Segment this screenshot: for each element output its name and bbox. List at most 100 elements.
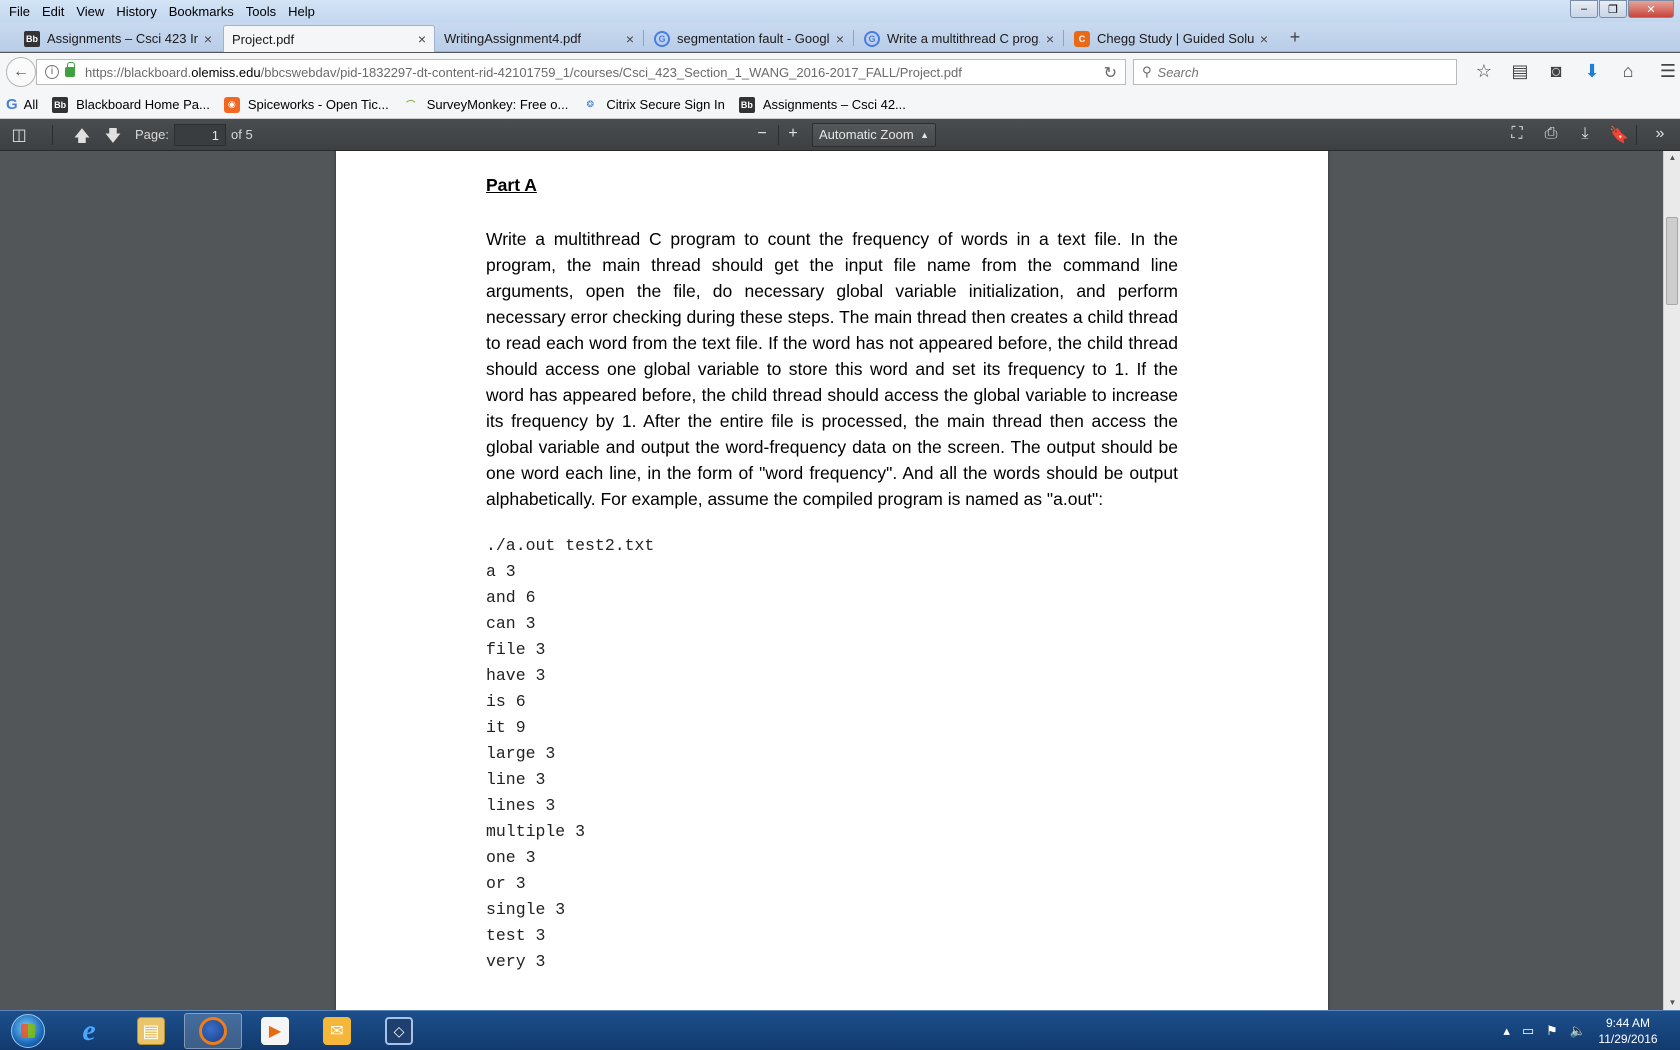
tab-write-multithread[interactable]: G Write a multithread C prog... × — [856, 25, 1062, 52]
volume-icon[interactable]: 🔈 — [1570, 1023, 1586, 1039]
code-line: can 3 — [486, 614, 536, 633]
google-icon: G — [864, 30, 880, 47]
search-input[interactable] — [1157, 64, 1438, 80]
code-line: a 3 — [486, 562, 516, 581]
url-bar[interactable]: i https://blackboard.olemiss.edu/bbcsweb… — [36, 59, 1126, 85]
download-icon[interactable]: ⤓ — [1574, 125, 1596, 143]
url-text[interactable]: https://blackboard.olemiss.edu/bbcswebda… — [85, 65, 962, 80]
scroll-up-icon[interactable]: ▲ — [1664, 151, 1680, 165]
start-button[interactable] — [4, 1012, 52, 1050]
bookmark-citrix[interactable]: ❂ Citrix Secure Sign In — [582, 97, 725, 113]
tab-segmentation-fault[interactable]: G segmentation fault - Googl... × — [646, 25, 852, 52]
tab-label: Assignments – Csci 423 Int... — [47, 31, 198, 46]
sidebar-toggle-icon[interactable]: ◫ — [8, 125, 30, 145]
scroll-down-icon[interactable]: ▼ — [1664, 996, 1680, 1010]
system-tray: ▴ ▭ ⚑ 🔈 9:44 AM 11/29/2016 — [1497, 1011, 1680, 1050]
bookmark-assignments[interactable]: Bb Assignments – Csci 42... — [738, 96, 906, 113]
search-icon: ⚲ — [1142, 64, 1152, 79]
show-hidden-icons-icon[interactable]: ▴ — [1503, 1023, 1510, 1039]
tab-label: Chegg Study | Guided Solu... — [1097, 31, 1254, 46]
reading-list-icon[interactable]: ▤ — [1502, 61, 1538, 82]
close-tab-icon[interactable]: × — [1046, 31, 1054, 47]
tab-label: Write a multithread C prog... — [887, 31, 1040, 46]
navigation-toolbar: ← i https://blackboard.olemiss.edu/bbcsw… — [0, 53, 1680, 91]
internet-explorer-icon[interactable]: e — [60, 1013, 118, 1049]
tab-label: Project.pdf — [232, 31, 295, 47]
bookmark-star-icon[interactable]: ☆ — [1466, 61, 1502, 82]
code-line: ./a.out test2.txt — [486, 536, 655, 555]
print-icon[interactable]: ⎙ — [1540, 125, 1562, 143]
previous-page-icon[interactable]: 🡅 — [71, 125, 93, 152]
menu-history[interactable]: History — [110, 4, 162, 19]
search-bar[interactable]: ⚲ — [1133, 59, 1457, 85]
lock-icon — [65, 62, 75, 77]
blackboard-icon: Bb — [738, 96, 755, 113]
restore-button[interactable]: ❐ — [1599, 0, 1627, 18]
zoom-in-icon[interactable]: + — [782, 125, 804, 143]
code-line: or 3 — [486, 874, 526, 893]
menu-tools[interactable]: Tools — [240, 4, 282, 19]
menu-view[interactable]: View — [70, 4, 110, 19]
page-number-input[interactable] — [174, 124, 226, 146]
citrix-icon: ❂ — [586, 99, 595, 109]
outlook-icon[interactable]: ✉ — [308, 1013, 366, 1049]
close-tab-icon[interactable]: × — [626, 31, 634, 47]
home-icon[interactable]: ⌂ — [1610, 61, 1646, 82]
pocket-icon[interactable]: ◙ — [1538, 61, 1574, 82]
virtualbox-icon[interactable]: ◇ — [370, 1013, 428, 1049]
bookmark-label: Blackboard Home Pa... — [76, 97, 210, 112]
minimize-button[interactable]: – — [1570, 0, 1598, 18]
file-explorer-icon[interactable]: ▤ — [122, 1013, 180, 1049]
close-tab-icon[interactable]: × — [418, 31, 426, 47]
bookmark-all[interactable]: G All — [6, 96, 38, 113]
vertical-scrollbar[interactable]: ▲ ▼ — [1663, 151, 1680, 1010]
clock[interactable]: 9:44 AM 11/29/2016 — [1592, 1015, 1664, 1047]
code-line: large 3 — [486, 744, 556, 763]
code-line: very 3 — [486, 952, 546, 971]
code-line: one 3 — [486, 848, 536, 867]
pdf-page: Part A Write a multithread C program to … — [336, 151, 1328, 1010]
tools-icon[interactable]: » — [1649, 125, 1671, 143]
close-tab-icon[interactable]: × — [1260, 31, 1268, 47]
info-icon[interactable]: i — [45, 65, 59, 79]
bookmark-blackboard-home[interactable]: Bb Blackboard Home Pa... — [52, 96, 210, 113]
action-center-flag-icon[interactable]: ⚑ — [1546, 1023, 1558, 1039]
bookmark-spiceworks[interactable]: ◉ Spiceworks - Open Tic... — [223, 96, 389, 113]
assignment-paragraph: Write a multithread C program to count t… — [486, 229, 1178, 509]
clock-date: 11/29/2016 — [1598, 1032, 1658, 1046]
new-tab-button[interactable]: + — [1284, 25, 1306, 49]
bookmark-label: Citrix Secure Sign In — [606, 97, 725, 112]
zoom-select[interactable]: Automatic Zoom ▲ — [812, 123, 936, 147]
tab-assignments[interactable]: Bb Assignments – Csci 423 Int... × — [16, 25, 220, 52]
tab-project-pdf[interactable]: Project.pdf × — [223, 25, 435, 52]
hamburger-menu-icon[interactable]: ☰ — [1650, 61, 1680, 82]
download-icon[interactable]: ⬇ — [1574, 61, 1610, 82]
blackboard-icon: Bb — [52, 96, 69, 113]
menu-bookmarks[interactable]: Bookmarks — [163, 4, 240, 19]
close-tab-icon[interactable]: × — [204, 31, 212, 47]
presentation-mode-icon[interactable]: ⛶ — [1506, 125, 1528, 143]
reload-icon[interactable]: ↻ — [1104, 63, 1117, 83]
scrollbar-thumb[interactable] — [1666, 217, 1678, 305]
close-window-button[interactable]: ✕ — [1628, 0, 1674, 18]
tab-writing-assignment[interactable]: WritingAssignment4.pdf × — [436, 25, 642, 52]
code-line: single 3 — [486, 900, 566, 919]
next-page-icon[interactable]: 🡇 — [102, 125, 124, 152]
bookmark-icon[interactable]: 🔖 — [1608, 125, 1630, 145]
network-icon[interactable]: ▭ — [1522, 1023, 1534, 1039]
menu-file[interactable]: File — [3, 4, 36, 19]
firefox-icon[interactable] — [184, 1013, 242, 1049]
back-button[interactable]: ← — [6, 57, 36, 87]
tab-chegg[interactable]: C Chegg Study | Guided Solu... × — [1066, 25, 1276, 52]
media-player-icon[interactable]: ▶ — [246, 1013, 304, 1049]
pdf-viewer[interactable]: Part A Write a multithread C program to … — [0, 151, 1680, 1010]
window-controls: – ❐ ✕ — [1569, 0, 1674, 18]
zoom-out-icon[interactable]: − — [751, 125, 773, 143]
menu-help[interactable]: Help — [282, 4, 321, 19]
bookmark-surveymonkey[interactable]: ⌒ SurveyMonkey: Free o... — [403, 97, 568, 113]
code-line: lines 3 — [486, 796, 556, 815]
blackboard-icon: Bb — [24, 30, 40, 47]
taskbar: e ▤ ▶ ✉ ◇ ▴ ▭ ⚑ 🔈 9:44 AM 11/29/2016 — [0, 1010, 1680, 1050]
menu-edit[interactable]: Edit — [36, 4, 70, 19]
close-tab-icon[interactable]: × — [836, 31, 844, 47]
